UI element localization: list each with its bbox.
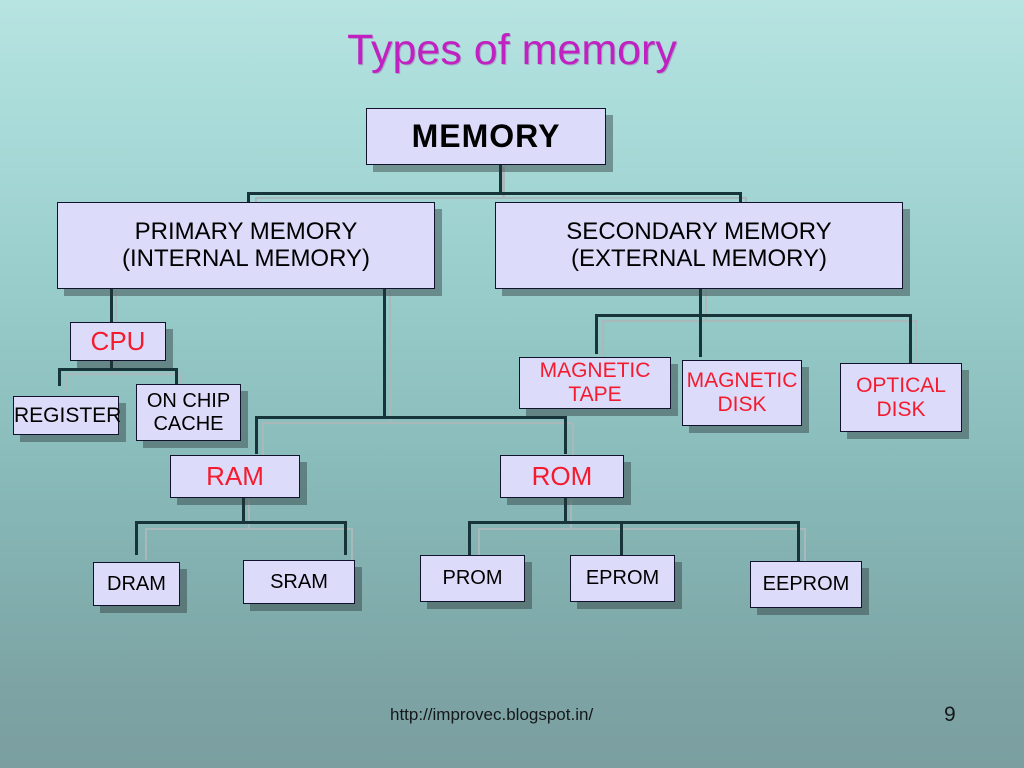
node-optical-disk-label: OPTICAL DISK: [856, 373, 946, 421]
connector-to-register: [58, 368, 61, 386]
connector-to-magnetic-tape: [595, 314, 598, 354]
node-ram[interactable]: RAM: [170, 455, 300, 498]
connector-cpu-bar: [58, 368, 178, 371]
node-primary-memory-label: PRIMARY MEMORY (INTERNAL MEMORY): [121, 217, 370, 272]
connector-shadow: [65, 373, 67, 391]
node-cpu[interactable]: CPU: [70, 322, 166, 361]
connector-to-sram: [344, 521, 347, 555]
connector-ram-bar: [135, 521, 347, 524]
node-optical-disk[interactable]: OPTICAL DISK: [840, 363, 962, 432]
connector-shadow: [478, 528, 806, 530]
node-dram-label: DRAM: [107, 572, 166, 595]
connector-to-optical-disk: [909, 314, 912, 364]
node-register[interactable]: REGISTER: [13, 396, 122, 435]
connector-secondary-bar: [595, 314, 912, 317]
node-sram[interactable]: SRAM: [243, 560, 355, 604]
connector-to-dram: [135, 521, 138, 555]
connector-to-eprom: [620, 521, 623, 555]
node-cpu-label: CPU: [90, 325, 146, 356]
node-magnetic-tape-label: MAGNETIC TAPE: [539, 359, 651, 406]
node-eprom-label: EPROM: [585, 567, 660, 590]
connector-shadow: [262, 422, 264, 456]
connector-to-eeprom: [797, 521, 800, 561]
connector-shadow: [255, 197, 747, 199]
connector-shadow: [115, 291, 117, 324]
connector-shadow: [602, 320, 917, 322]
node-eprom[interactable]: EPROM: [570, 555, 675, 602]
node-memory-label: MEMORY: [411, 117, 561, 154]
node-sram-label: SRAM: [270, 570, 328, 593]
connector-to-prom: [468, 521, 471, 555]
node-magnetic-disk[interactable]: MAGNETIC DISK: [682, 360, 802, 426]
node-eeprom-label: EEPROM: [762, 573, 850, 596]
connector-primary-to-cpu: [110, 289, 113, 322]
connector-shadow: [572, 422, 574, 456]
node-secondary-memory-label: SECONDARY MEMORY (EXTERNAL MEMORY): [566, 217, 832, 272]
node-prom[interactable]: PROM: [420, 555, 525, 602]
connector-shadow: [570, 500, 572, 530]
connector-to-rom: [564, 416, 567, 454]
connector-shadow: [602, 320, 604, 360]
node-dram[interactable]: DRAM: [93, 562, 180, 606]
connector-shadow: [351, 528, 353, 560]
node-register-label: REGISTER: [14, 403, 122, 427]
connector-rom-bar: [468, 521, 800, 524]
footer-url[interactable]: http://improvec.blogspot.in/: [390, 705, 593, 725]
connector-primary-bar: [255, 416, 567, 419]
node-memory[interactable]: MEMORY: [366, 108, 606, 165]
connector-shadow: [915, 320, 917, 368]
node-on-chip-cache[interactable]: ON CHIP CACHE: [136, 384, 241, 441]
node-on-chip-cache-label: ON CHIP CACHE: [146, 390, 231, 435]
connector-shadow: [145, 528, 147, 560]
node-magnetic-disk-label: MAGNETIC DISK: [686, 369, 798, 416]
connector-memory-bar: [247, 192, 742, 195]
slide-canvas: Types of memory MEMORY PRIMARY MEMORY (I…: [0, 0, 1024, 768]
connector-memory-stem: [499, 165, 502, 195]
connector-primary-stem: [383, 289, 386, 419]
connector-secondary-stem: [699, 289, 702, 357]
node-rom-label: ROM: [531, 460, 593, 491]
connector-shadow: [389, 291, 391, 423]
node-secondary-memory[interactable]: SECONDARY MEMORY (EXTERNAL MEMORY): [495, 202, 903, 289]
connector-to-ram: [255, 416, 258, 454]
node-ram-label: RAM: [206, 460, 264, 491]
node-magnetic-tape[interactable]: MAGNETIC TAPE: [519, 357, 671, 409]
node-primary-memory[interactable]: PRIMARY MEMORY (INTERNAL MEMORY): [57, 202, 435, 289]
footer-page-number: 9: [944, 703, 956, 726]
connector-shadow: [145, 528, 353, 530]
page-title: Types of memory: [347, 26, 677, 74]
node-rom[interactable]: ROM: [500, 455, 624, 498]
node-eeprom[interactable]: EEPROM: [750, 561, 862, 608]
connector-shadow: [248, 500, 250, 530]
node-prom-label: PROM: [442, 567, 503, 590]
connector-shadow: [65, 373, 182, 375]
connector-shadow: [262, 422, 574, 424]
